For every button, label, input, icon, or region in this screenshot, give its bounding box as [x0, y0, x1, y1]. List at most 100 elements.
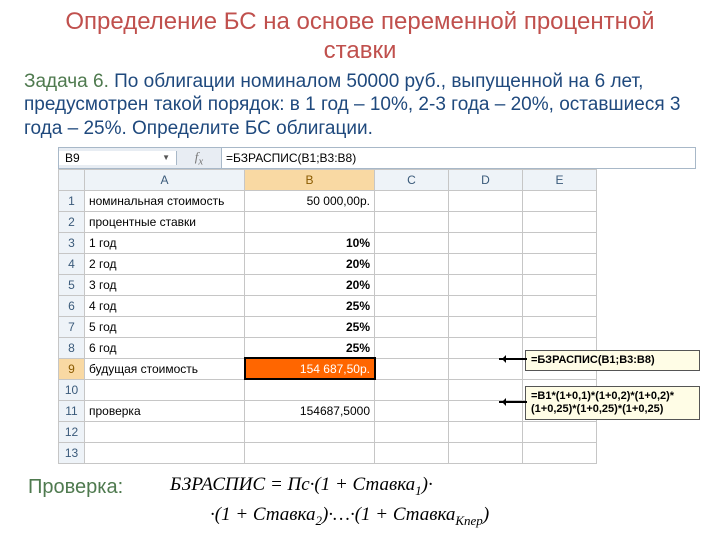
cell[interactable]: [523, 442, 597, 463]
cell[interactable]: 4 год: [85, 295, 245, 316]
cell[interactable]: [375, 232, 449, 253]
row-header[interactable]: 11: [59, 400, 85, 421]
math-formula: БЗРАСПИС = Пс·(1 + Ставка1)· ·(1 + Ставк…: [170, 471, 489, 530]
col-header-b[interactable]: B: [245, 169, 375, 190]
row-header[interactable]: 9: [59, 358, 85, 379]
cell[interactable]: 20%: [245, 274, 375, 295]
col-header-c[interactable]: C: [375, 169, 449, 190]
cell[interactable]: [523, 211, 597, 232]
row-header[interactable]: 2: [59, 211, 85, 232]
cell[interactable]: [523, 274, 597, 295]
table-row[interactable]: 9будущая стоимость154 687,50р.: [59, 358, 597, 379]
cell[interactable]: [375, 337, 449, 358]
cell[interactable]: [375, 421, 449, 442]
row-header[interactable]: 6: [59, 295, 85, 316]
cell[interactable]: 25%: [245, 295, 375, 316]
cell[interactable]: [375, 400, 449, 421]
grid[interactable]: A B C D E 1номинальная стоимость50 000,0…: [58, 169, 597, 464]
cell[interactable]: [245, 379, 375, 400]
col-header-a[interactable]: A: [85, 169, 245, 190]
cell[interactable]: 10%: [245, 232, 375, 253]
table-row[interactable]: 86 год25%: [59, 337, 597, 358]
row-header[interactable]: 10: [59, 379, 85, 400]
row-header[interactable]: 5: [59, 274, 85, 295]
table-row[interactable]: 31 год10%: [59, 232, 597, 253]
cell[interactable]: процентные ставки: [85, 211, 245, 232]
row-header[interactable]: 3: [59, 232, 85, 253]
name-box[interactable]: B9 ▼: [59, 151, 177, 165]
cell[interactable]: [523, 190, 597, 211]
cell[interactable]: [245, 442, 375, 463]
cell[interactable]: [449, 358, 523, 379]
row-header[interactable]: 8: [59, 337, 85, 358]
table-row[interactable]: 75 год25%: [59, 316, 597, 337]
cell[interactable]: [449, 316, 523, 337]
cell[interactable]: [449, 253, 523, 274]
cell[interactable]: 3 год: [85, 274, 245, 295]
cell[interactable]: [523, 232, 597, 253]
cell[interactable]: [375, 316, 449, 337]
fx-icon[interactable]: fx: [191, 149, 207, 168]
col-header-e[interactable]: E: [523, 169, 597, 190]
cell[interactable]: [375, 211, 449, 232]
row-header[interactable]: 1: [59, 190, 85, 211]
cell[interactable]: [449, 400, 523, 421]
cell[interactable]: проверка: [85, 400, 245, 421]
cell[interactable]: [85, 442, 245, 463]
table-row[interactable]: 42 год20%: [59, 253, 597, 274]
chevron-down-icon[interactable]: ▼: [162, 153, 170, 162]
cell[interactable]: [375, 295, 449, 316]
cell[interactable]: [245, 421, 375, 442]
cell[interactable]: 6 год: [85, 337, 245, 358]
table-row[interactable]: 10: [59, 379, 597, 400]
row-header[interactable]: 12: [59, 421, 85, 442]
cell[interactable]: [85, 421, 245, 442]
cell[interactable]: [449, 442, 523, 463]
cell[interactable]: 50 000,00р.: [245, 190, 375, 211]
cell[interactable]: 2 год: [85, 253, 245, 274]
cell[interactable]: 20%: [245, 253, 375, 274]
cell[interactable]: [523, 316, 597, 337]
cell[interactable]: [449, 190, 523, 211]
select-all-corner[interactable]: [59, 169, 85, 190]
row-header[interactable]: 4: [59, 253, 85, 274]
cell[interactable]: [449, 274, 523, 295]
cell[interactable]: номинальная стоимость: [85, 190, 245, 211]
math-t: ): [483, 504, 489, 525]
table-row[interactable]: 2процентные ставки: [59, 211, 597, 232]
cell[interactable]: [85, 379, 245, 400]
cell[interactable]: 154 687,50р.: [245, 358, 375, 379]
cell[interactable]: [449, 232, 523, 253]
cell[interactable]: [449, 295, 523, 316]
cell[interactable]: [375, 442, 449, 463]
row-header[interactable]: 13: [59, 442, 85, 463]
cell[interactable]: [523, 421, 597, 442]
table-row[interactable]: 53 год20%: [59, 274, 597, 295]
table-row[interactable]: 13: [59, 442, 597, 463]
table-row[interactable]: 12: [59, 421, 597, 442]
cell[interactable]: [449, 211, 523, 232]
cell[interactable]: [245, 211, 375, 232]
col-header-d[interactable]: D: [449, 169, 523, 190]
row-header[interactable]: 7: [59, 316, 85, 337]
formula-bar[interactable]: =БЗРАСПИС(B1;B3:B8): [221, 148, 695, 168]
table-row[interactable]: 1номинальная стоимость50 000,00р.: [59, 190, 597, 211]
cell[interactable]: [375, 190, 449, 211]
cell[interactable]: [523, 253, 597, 274]
cell[interactable]: [449, 379, 523, 400]
table-row[interactable]: 64 год25%: [59, 295, 597, 316]
cell[interactable]: 25%: [245, 316, 375, 337]
cell[interactable]: [523, 295, 597, 316]
cell[interactable]: [375, 358, 449, 379]
cell[interactable]: 154687,5000: [245, 400, 375, 421]
cell[interactable]: [375, 274, 449, 295]
cell[interactable]: [375, 253, 449, 274]
cell[interactable]: [449, 421, 523, 442]
cell[interactable]: будущая стоимость: [85, 358, 245, 379]
cell[interactable]: 5 год: [85, 316, 245, 337]
cell[interactable]: [449, 337, 523, 358]
cell[interactable]: 1 год: [85, 232, 245, 253]
cell[interactable]: 25%: [245, 337, 375, 358]
cell[interactable]: [375, 379, 449, 400]
table-row[interactable]: 11проверка154687,5000: [59, 400, 597, 421]
